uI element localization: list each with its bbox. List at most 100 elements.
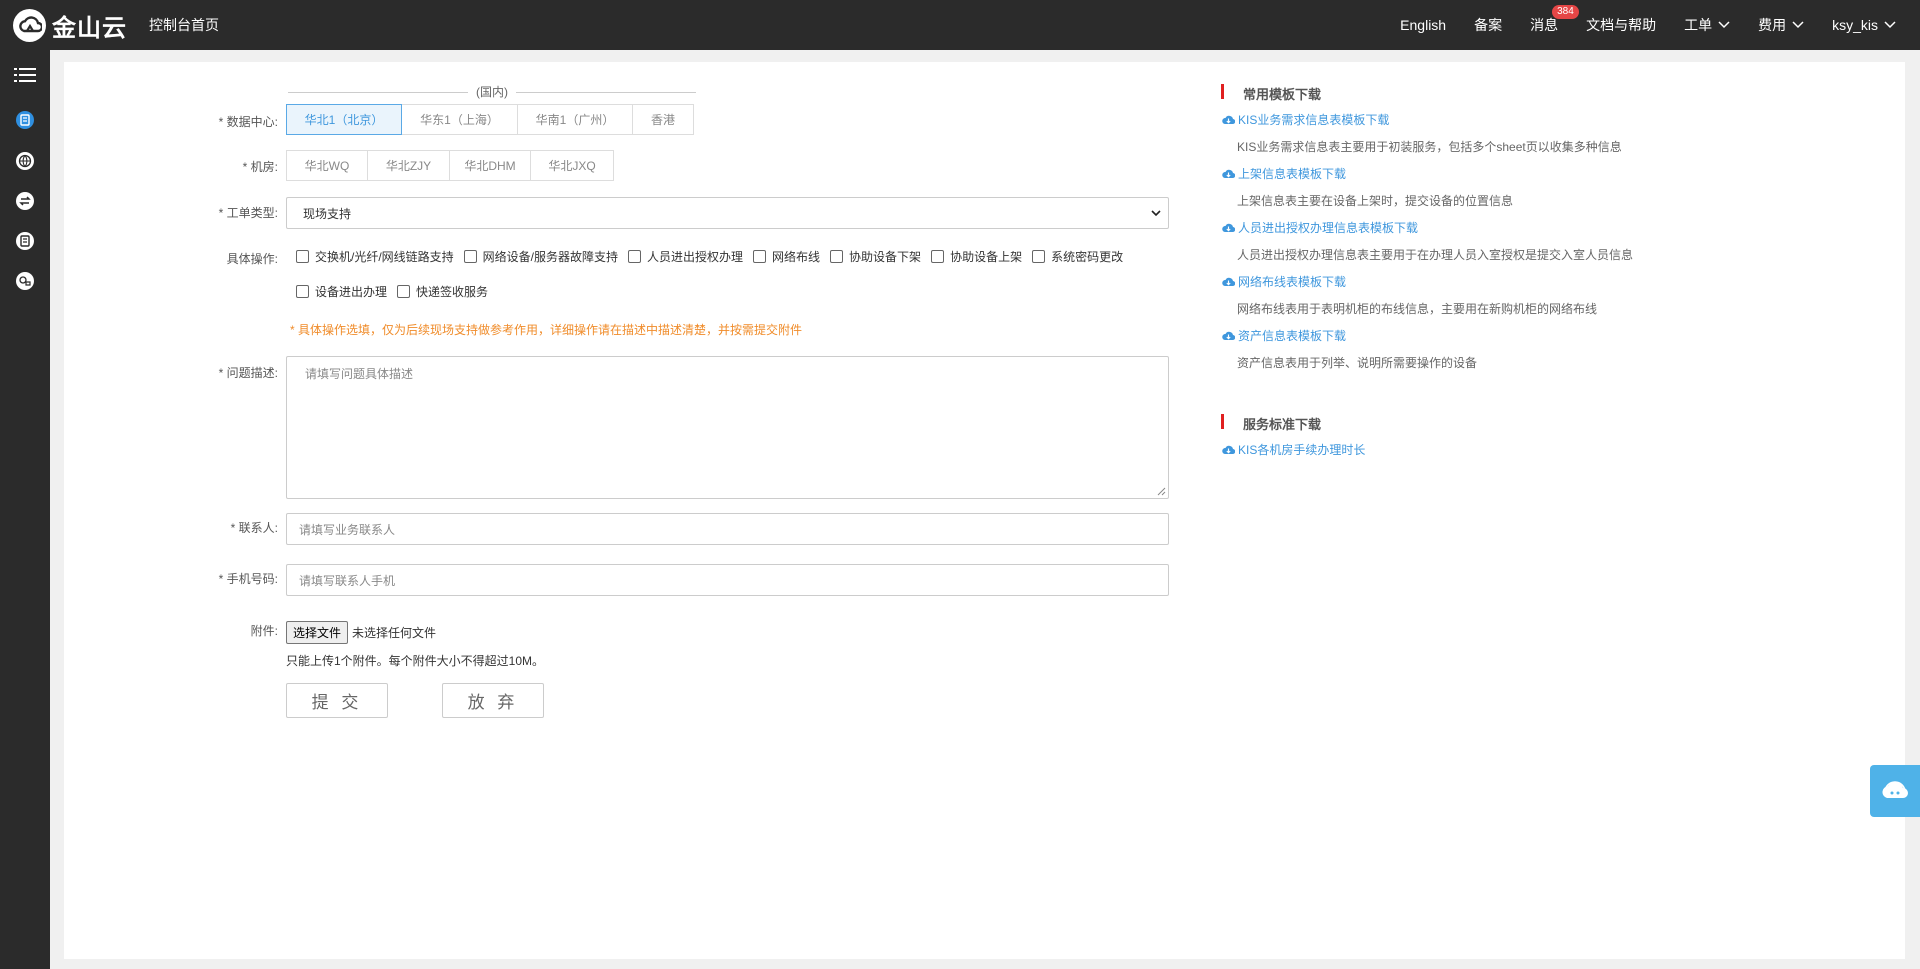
sidebar-item-account[interactable] xyxy=(0,261,50,301)
standards-link-processing-time[interactable]: KIS各机房手续办理时长 xyxy=(1222,441,1365,458)
chevron-down-icon xyxy=(1718,21,1730,29)
chevron-down-icon xyxy=(1151,210,1161,217)
resize-handle-icon[interactable] xyxy=(1157,487,1166,496)
template-desc-cabling: 网络布线表用于表明机柜的布线信息，主要用在新购机柜的网络布线 xyxy=(1237,302,1598,316)
datacenter-selector: 华北1（北京） 华东1（上海） 华南1（广州） 香港 xyxy=(286,104,694,135)
checkbox-box[interactable] xyxy=(753,250,767,263)
file-status: 未选择任何文件 xyxy=(352,626,437,640)
cloud-download-icon xyxy=(1222,445,1235,455)
top-bar: 金山云 控制台首页 English 备案 消息 384 文档与帮助 工单 费用 … xyxy=(0,0,1920,50)
console-home-link[interactable]: 控制台首页 xyxy=(149,15,219,35)
main-content: (国内) * 数据中心: 华北1（北京） 华东1（上海） 华南1（广州） 香港 … xyxy=(64,62,1905,959)
operation-checkbox-device-entry-exit[interactable]: 设备进出办理 xyxy=(296,283,387,300)
phone-placeholder: 请填写联系人手机 xyxy=(299,573,396,588)
template-link-kis-requirements[interactable]: KIS业务需求信息表模板下载 xyxy=(1222,111,1389,128)
customer-service-button[interactable] xyxy=(1870,765,1920,817)
discard-button[interactable]: 放 弃 xyxy=(442,683,544,718)
phone-input[interactable]: 请填写联系人手机 xyxy=(286,564,1169,596)
operation-checkbox-rack[interactable]: 协助设备上架 xyxy=(931,248,1022,265)
sidebar-item-transfer[interactable] xyxy=(0,181,50,221)
nav-messages[interactable]: 消息 384 xyxy=(1516,5,1579,35)
sidebar xyxy=(0,50,50,969)
cloud-download-icon xyxy=(1222,115,1235,125)
operation-checkbox-fault-support[interactable]: 网络设备/服务器故障支持 xyxy=(463,248,618,265)
template-desc-assets: 资产信息表用于列举、说明所需要操作的设备 xyxy=(1237,356,1478,370)
nav-filing[interactable]: 备案 xyxy=(1460,15,1516,35)
nav-messages-label: 消息 xyxy=(1530,17,1559,33)
operation-checkbox-access-authorization[interactable]: 人员进出授权办理 xyxy=(628,248,743,265)
room-label: * 机房: xyxy=(242,160,278,174)
globe-icon xyxy=(16,152,34,170)
nav-docs[interactable]: 文档与帮助 xyxy=(1572,15,1670,35)
sidebar-item-network[interactable] xyxy=(0,141,50,181)
top-nav: English 备案 消息 384 文档与帮助 工单 费用 ksy_kis xyxy=(1386,0,1920,50)
checkbox-box[interactable] xyxy=(296,285,309,298)
cloud-logo-icon xyxy=(13,8,46,42)
phone-label: * 手机号码: xyxy=(218,572,278,586)
templates-title: 常用模板下载 xyxy=(1221,84,1321,103)
cloud-download-icon xyxy=(1222,223,1235,233)
room-option-wq[interactable]: 华北WQ xyxy=(286,150,368,181)
operation-checkbox-cabling[interactable]: 网络布线 xyxy=(753,248,820,265)
choose-file-button[interactable]: 选择文件 xyxy=(286,621,349,644)
datacenter-option-guangzhou[interactable]: 华南1（广州） xyxy=(517,104,633,135)
template-desc-access-authorization: 人员进出授权办理信息表主要用于在办理人员入室授权是提交入室人员信息 xyxy=(1237,248,1634,262)
room-selector: 华北WQ 华北ZJY 华北DHM 华北JXQ xyxy=(286,150,614,181)
operations-hint: * 具体操作选填，仅为后续现场支持做参考作用，详细操作请在描述中描述清楚，并按需… xyxy=(290,323,803,337)
template-desc-racking: 上架信息表主要在设备上架时，提交设备的位置信息 xyxy=(1237,194,1514,208)
nav-user-label: ksy_kis xyxy=(1832,17,1878,33)
operation-checkbox-courier-signing[interactable]: 快递签收服务 xyxy=(397,283,488,300)
brand-name: 金山云 xyxy=(52,14,127,42)
operation-checkbox-password-change[interactable]: 系统密码更改 xyxy=(1032,248,1123,265)
sidebar-item-tickets[interactable] xyxy=(0,100,50,140)
operations-row-2: 设备进出办理 快递签收服务 xyxy=(296,283,498,300)
nav-tickets[interactable]: 工单 xyxy=(1670,15,1744,35)
template-link-cabling[interactable]: 网络布线表模板下载 xyxy=(1222,273,1346,290)
file-picker: 选择文件 未选择任何文件 xyxy=(286,621,436,644)
operation-checkbox-link-support[interactable]: 交换机/光纤/网线链路支持 xyxy=(296,248,454,265)
chevron-down-icon xyxy=(1884,21,1896,29)
headset-cloud-icon xyxy=(1882,781,1908,798)
sidebar-menu-toggle[interactable] xyxy=(0,55,50,95)
ticket-type-label: * 工单类型: xyxy=(218,206,278,220)
operations-row-1: 交换机/光纤/网线链路支持 网络设备/服务器故障支持 人员进出授权办理 网络布线… xyxy=(296,248,1133,265)
room-option-zjy[interactable]: 华北ZJY xyxy=(367,150,450,181)
datacenter-option-hongkong[interactable]: 香港 xyxy=(632,104,694,135)
contact-input[interactable]: 请填写业务联系人 xyxy=(286,513,1169,545)
ticket-type-select[interactable]: 现场支持 xyxy=(286,197,1169,229)
standards-title: 服务标准下载 xyxy=(1221,414,1321,433)
nav-tickets-label: 工单 xyxy=(1684,17,1713,33)
room-option-jxq[interactable]: 华北JXQ xyxy=(530,150,614,181)
document-icon xyxy=(16,232,34,250)
sidebar-item-documents[interactable] xyxy=(0,221,50,261)
operation-checkbox-unrack[interactable]: 协助设备下架 xyxy=(830,248,921,265)
checkbox-box[interactable] xyxy=(463,250,477,263)
submit-button[interactable]: 提 交 xyxy=(286,683,388,718)
checkbox-box[interactable] xyxy=(931,250,945,263)
cloud-download-icon xyxy=(1222,277,1235,287)
exchange-icon xyxy=(16,192,34,210)
description-textarea[interactable]: 请填写问题具体描述 xyxy=(286,356,1169,499)
template-link-assets[interactable]: 资产信息表模板下载 xyxy=(1222,327,1346,344)
nav-english[interactable]: English xyxy=(1386,17,1460,33)
template-link-racking[interactable]: 上架信息表模板下载 xyxy=(1222,165,1346,182)
checkbox-box[interactable] xyxy=(830,250,844,263)
region-group-title: (国内) xyxy=(288,83,696,99)
template-desc-kis-requirements: KIS业务需求信息表主要用于初装服务，包括多个sheet页以收集多种信息 xyxy=(1237,140,1622,154)
description-placeholder: 请填写问题具体描述 xyxy=(305,367,414,381)
cloud-download-icon xyxy=(1222,331,1235,341)
checkbox-box[interactable] xyxy=(397,285,411,298)
checkbox-box[interactable] xyxy=(296,250,309,263)
checkbox-box[interactable] xyxy=(628,250,642,263)
nav-billing[interactable]: 费用 xyxy=(1744,15,1818,35)
checkbox-box[interactable] xyxy=(1032,250,1046,263)
datacenter-option-shanghai[interactable]: 华东1（上海） xyxy=(401,104,518,135)
menu-icon xyxy=(14,68,36,82)
nav-user[interactable]: ksy_kis xyxy=(1818,17,1920,33)
logo[interactable]: 金山云 xyxy=(13,8,127,43)
datacenter-option-beijing[interactable]: 华北1（北京） xyxy=(286,104,402,135)
room-option-dhm[interactable]: 华北DHM xyxy=(449,150,531,181)
template-link-access-authorization[interactable]: 人员进出授权办理信息表模板下载 xyxy=(1222,219,1418,236)
chevron-down-icon xyxy=(1792,21,1804,29)
contact-placeholder: 请填写业务联系人 xyxy=(299,522,396,537)
